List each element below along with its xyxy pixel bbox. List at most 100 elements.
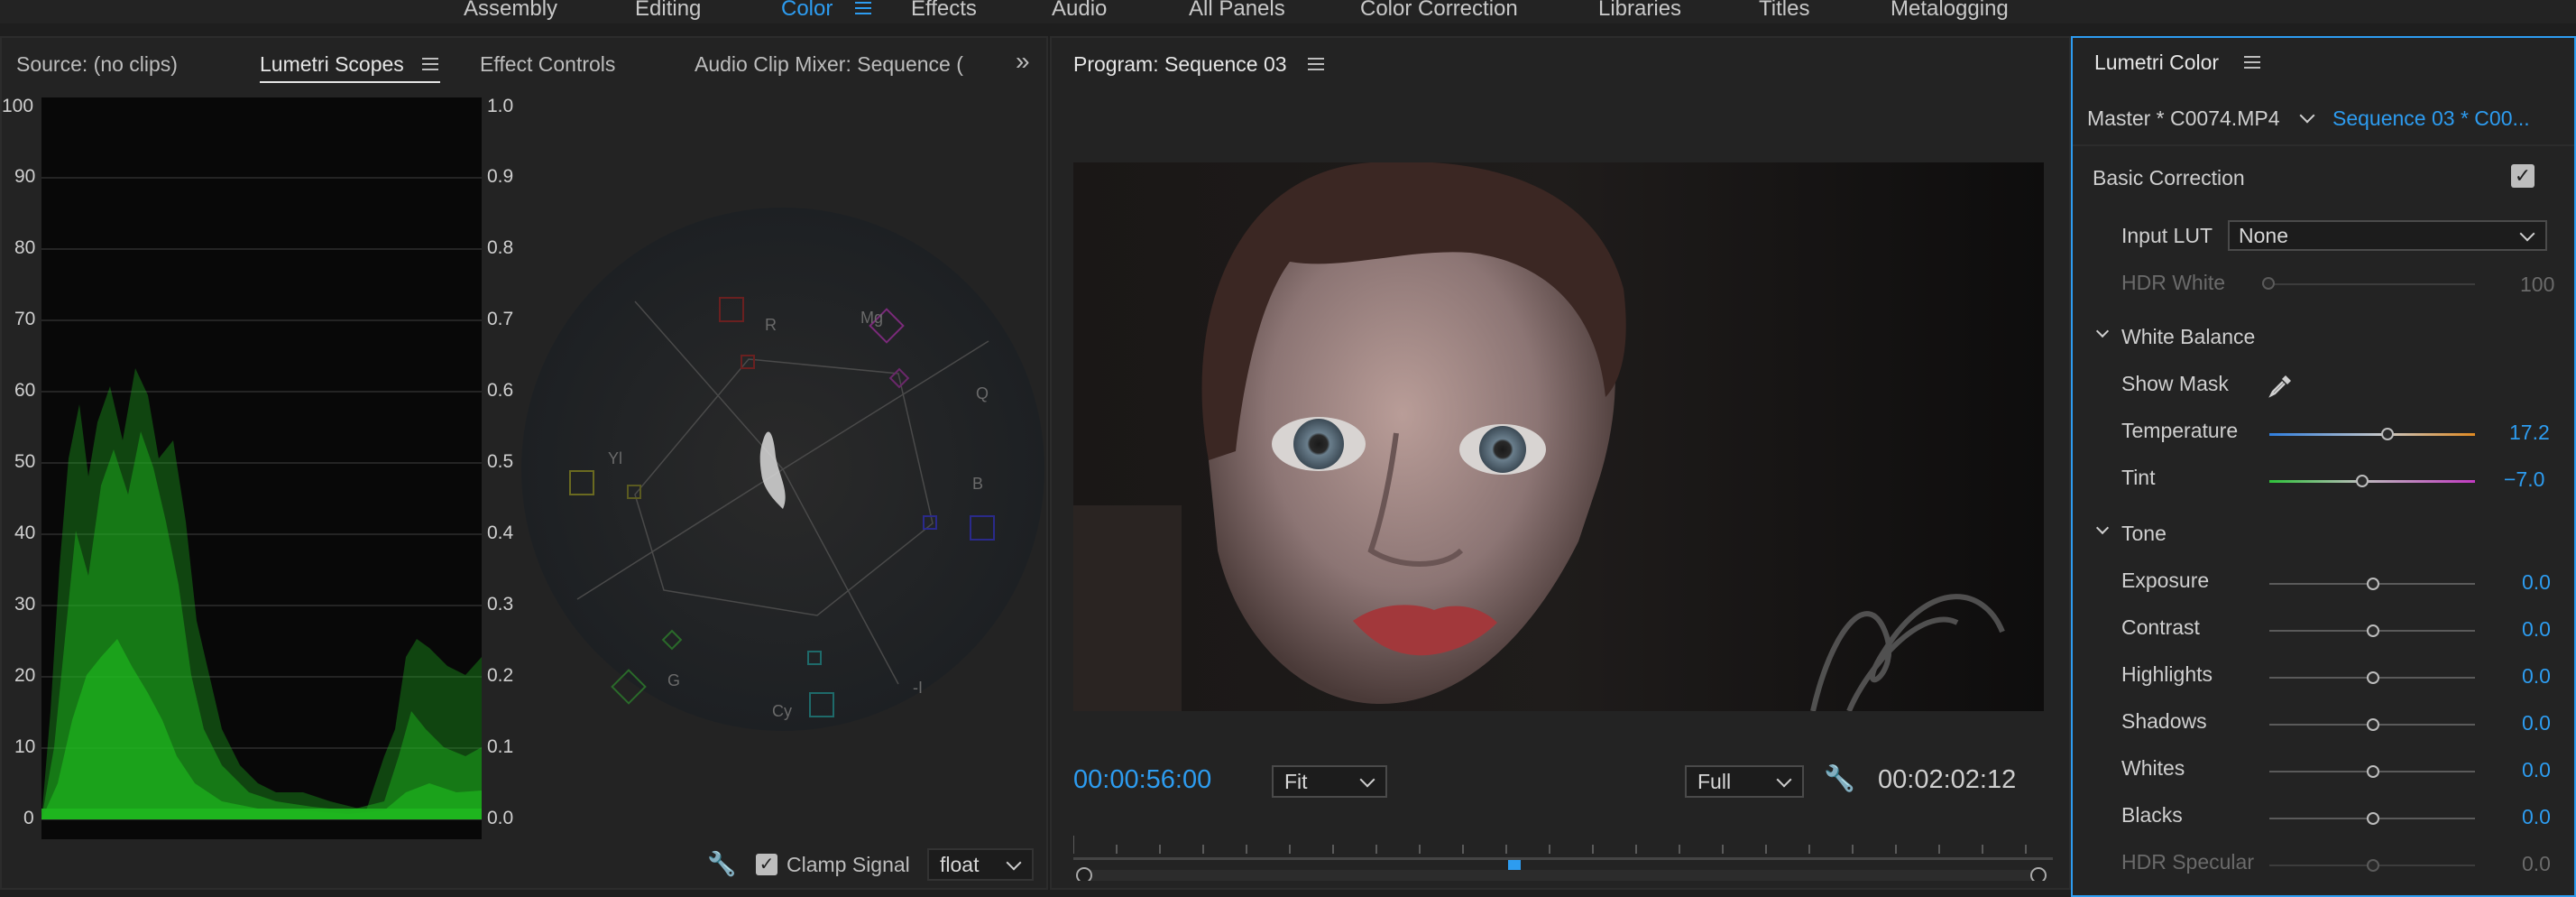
scrollbar-handle-left[interactable] — [1076, 867, 1092, 881]
clamp-signal-checkbox[interactable]: ✓ — [756, 854, 777, 875]
tint-slider[interactable] — [2356, 475, 2369, 487]
program-menu-icon[interactable] — [1308, 58, 1324, 70]
workspace-tab-libraries[interactable]: Libraries — [1598, 0, 1681, 22]
show-mask-label: Show Mask — [2121, 372, 2229, 395]
blacks-slider[interactable] — [2367, 812, 2379, 825]
wrench-icon[interactable]: 🔧 — [1824, 763, 1855, 793]
scale-label: 50 — [14, 451, 36, 472]
wrench-icon[interactable]: 🔧 — [707, 850, 736, 878]
input-lut-dropdown[interactable]: None — [2228, 220, 2547, 251]
temperature-slider[interactable] — [2381, 428, 2394, 440]
scale-label: 0.4 — [487, 522, 514, 543]
lumetri-scopes-panel: Source: (no clips) Lumetri Scopes Effect… — [0, 36, 1048, 890]
hdr-white-track — [2262, 283, 2475, 285]
workspace-menu-icon[interactable] — [855, 2, 871, 14]
workspace-tab-editing[interactable]: Editing — [635, 0, 701, 22]
current-timecode[interactable]: 00:00:56:00 — [1073, 765, 1211, 795]
waveform-scale: 100 90 80 70 60 50 40 30 20 10 0 — [2, 96, 40, 872]
time-ruler[interactable] — [1073, 818, 2053, 881]
highlights-label: Highlights — [2121, 662, 2213, 686]
vector-label-r: R — [765, 316, 777, 334]
waveform-scope — [41, 97, 482, 839]
workspace-tab-color-correction[interactable]: Color Correction — [1360, 0, 1518, 22]
white-balance-header[interactable]: White Balance — [2121, 325, 2255, 349]
master-clip-selector[interactable]: Master * C0074.MP4 — [2087, 106, 2279, 131]
scale-label: 80 — [14, 237, 36, 258]
overflow-tabs-icon[interactable]: » — [1016, 47, 1030, 76]
exposure-slider[interactable] — [2367, 578, 2379, 590]
contrast-slider[interactable] — [2367, 624, 2379, 637]
workspace-tab-titles[interactable]: Titles — [1759, 0, 1809, 22]
chevron-down-icon — [1006, 855, 1022, 871]
white-balance-chevron-icon[interactable] — [2095, 324, 2110, 338]
workspace-tab-color[interactable]: Color — [781, 0, 833, 22]
tint-track — [2269, 480, 2475, 483]
program-monitor-panel: Program: Sequence 03 00:00:56:00 Fit Ful… — [1050, 36, 2071, 890]
program-video-frame — [1073, 162, 2044, 711]
hdr-white-slider — [2262, 277, 2275, 290]
tint-value[interactable]: −7.0 — [2504, 467, 2544, 492]
blacks-label: Blacks — [2121, 803, 2183, 827]
lumetri-menu-icon[interactable] — [2244, 56, 2260, 69]
vectorscope: R Mg Q B Yl G Cy -I — [521, 208, 1044, 731]
tint-label: Tint — [2121, 466, 2156, 489]
whites-label: Whites — [2121, 756, 2185, 780]
tab-source[interactable]: Source: (no clips) — [16, 52, 178, 77]
blacks-value[interactable]: 0.0 — [2522, 805, 2551, 829]
exposure-value[interactable]: 0.0 — [2522, 570, 2551, 595]
scale-label: 0.0 — [487, 808, 514, 828]
basic-correction-header[interactable]: Basic Correction — [2093, 166, 2245, 190]
vector-label-cy: Cy — [772, 702, 792, 720]
scale-label: 0.5 — [487, 451, 514, 472]
tab-lumetri-scopes[interactable]: Lumetri Scopes — [260, 52, 404, 77]
contrast-value[interactable]: 0.0 — [2522, 617, 2551, 642]
workspace-tab-effects[interactable]: Effects — [911, 0, 977, 22]
scale-label: 0.6 — [487, 380, 514, 401]
tone-chevron-icon[interactable] — [2095, 521, 2110, 535]
whites-value[interactable]: 0.0 — [2522, 758, 2551, 782]
lumetri-color-panel: Lumetri Color Master * C0074.MP4 Sequenc… — [2071, 36, 2576, 897]
scrollbar-handle-right[interactable] — [2030, 867, 2047, 881]
temperature-value[interactable]: 17.2 — [2509, 421, 2550, 445]
scale-label: 100 — [2, 96, 34, 116]
workspace-tab-all-panels[interactable]: All Panels — [1189, 0, 1285, 22]
scale-label: 90 — [14, 166, 36, 187]
bit-depth-dropdown[interactable]: float — [927, 848, 1034, 881]
vector-label-b: B — [972, 475, 983, 493]
contrast-label: Contrast — [2121, 615, 2200, 639]
tone-header[interactable]: Tone — [2121, 522, 2167, 546]
workspace-tab-audio[interactable]: Audio — [1052, 0, 1107, 22]
scopes-menu-icon[interactable] — [422, 58, 438, 70]
hdr-specular-value: 0.0 — [2522, 852, 2551, 875]
hdr-white-value: 100 — [2520, 273, 2555, 296]
scale-label: 0.2 — [487, 665, 514, 686]
resolution-dropdown[interactable]: Full — [1685, 765, 1804, 798]
workspace-tab-metalogging[interactable]: Metalogging — [1891, 0, 2009, 22]
temperature-label: Temperature — [2121, 419, 2239, 442]
highlights-slider[interactable] — [2367, 671, 2379, 684]
chevron-down-icon[interactable] — [2299, 107, 2315, 124]
eyedropper-icon[interactable] — [2268, 372, 2295, 399]
tab-effect-controls[interactable]: Effect Controls — [480, 52, 615, 77]
zoom-dropdown[interactable]: Fit — [1272, 765, 1387, 798]
scale-label: 70 — [14, 309, 36, 329]
hdr-specular-label: HDR Specular — [2121, 850, 2254, 874]
input-lut-label: Input LUT — [2121, 224, 2213, 247]
shadows-value[interactable]: 0.0 — [2522, 711, 2551, 735]
scale-label: 20 — [14, 665, 36, 686]
sequence-clip-selector[interactable]: Sequence 03 * C00... — [2332, 106, 2530, 131]
scale-label: 0.7 — [487, 309, 514, 329]
highlights-value[interactable]: 0.0 — [2522, 664, 2551, 689]
shadows-slider[interactable] — [2367, 718, 2379, 731]
shadows-label: Shadows — [2121, 709, 2207, 733]
tab-audio-clip-mixer[interactable]: Audio Clip Mixer: Sequence ( — [695, 52, 963, 77]
basic-correction-toggle[interactable]: ✓ — [2511, 164, 2535, 188]
zoom-value: Fit — [1284, 770, 1308, 793]
hdr-specular-slider — [2367, 859, 2379, 872]
temperature-track — [2269, 433, 2475, 436]
zoom-scrollbar[interactable] — [1079, 870, 2044, 881]
vector-label-i: -I — [913, 679, 923, 697]
whites-slider[interactable] — [2367, 765, 2379, 778]
clamp-signal-label: Clamp Signal — [787, 853, 910, 876]
workspace-tab-assembly[interactable]: Assembly — [464, 0, 557, 22]
